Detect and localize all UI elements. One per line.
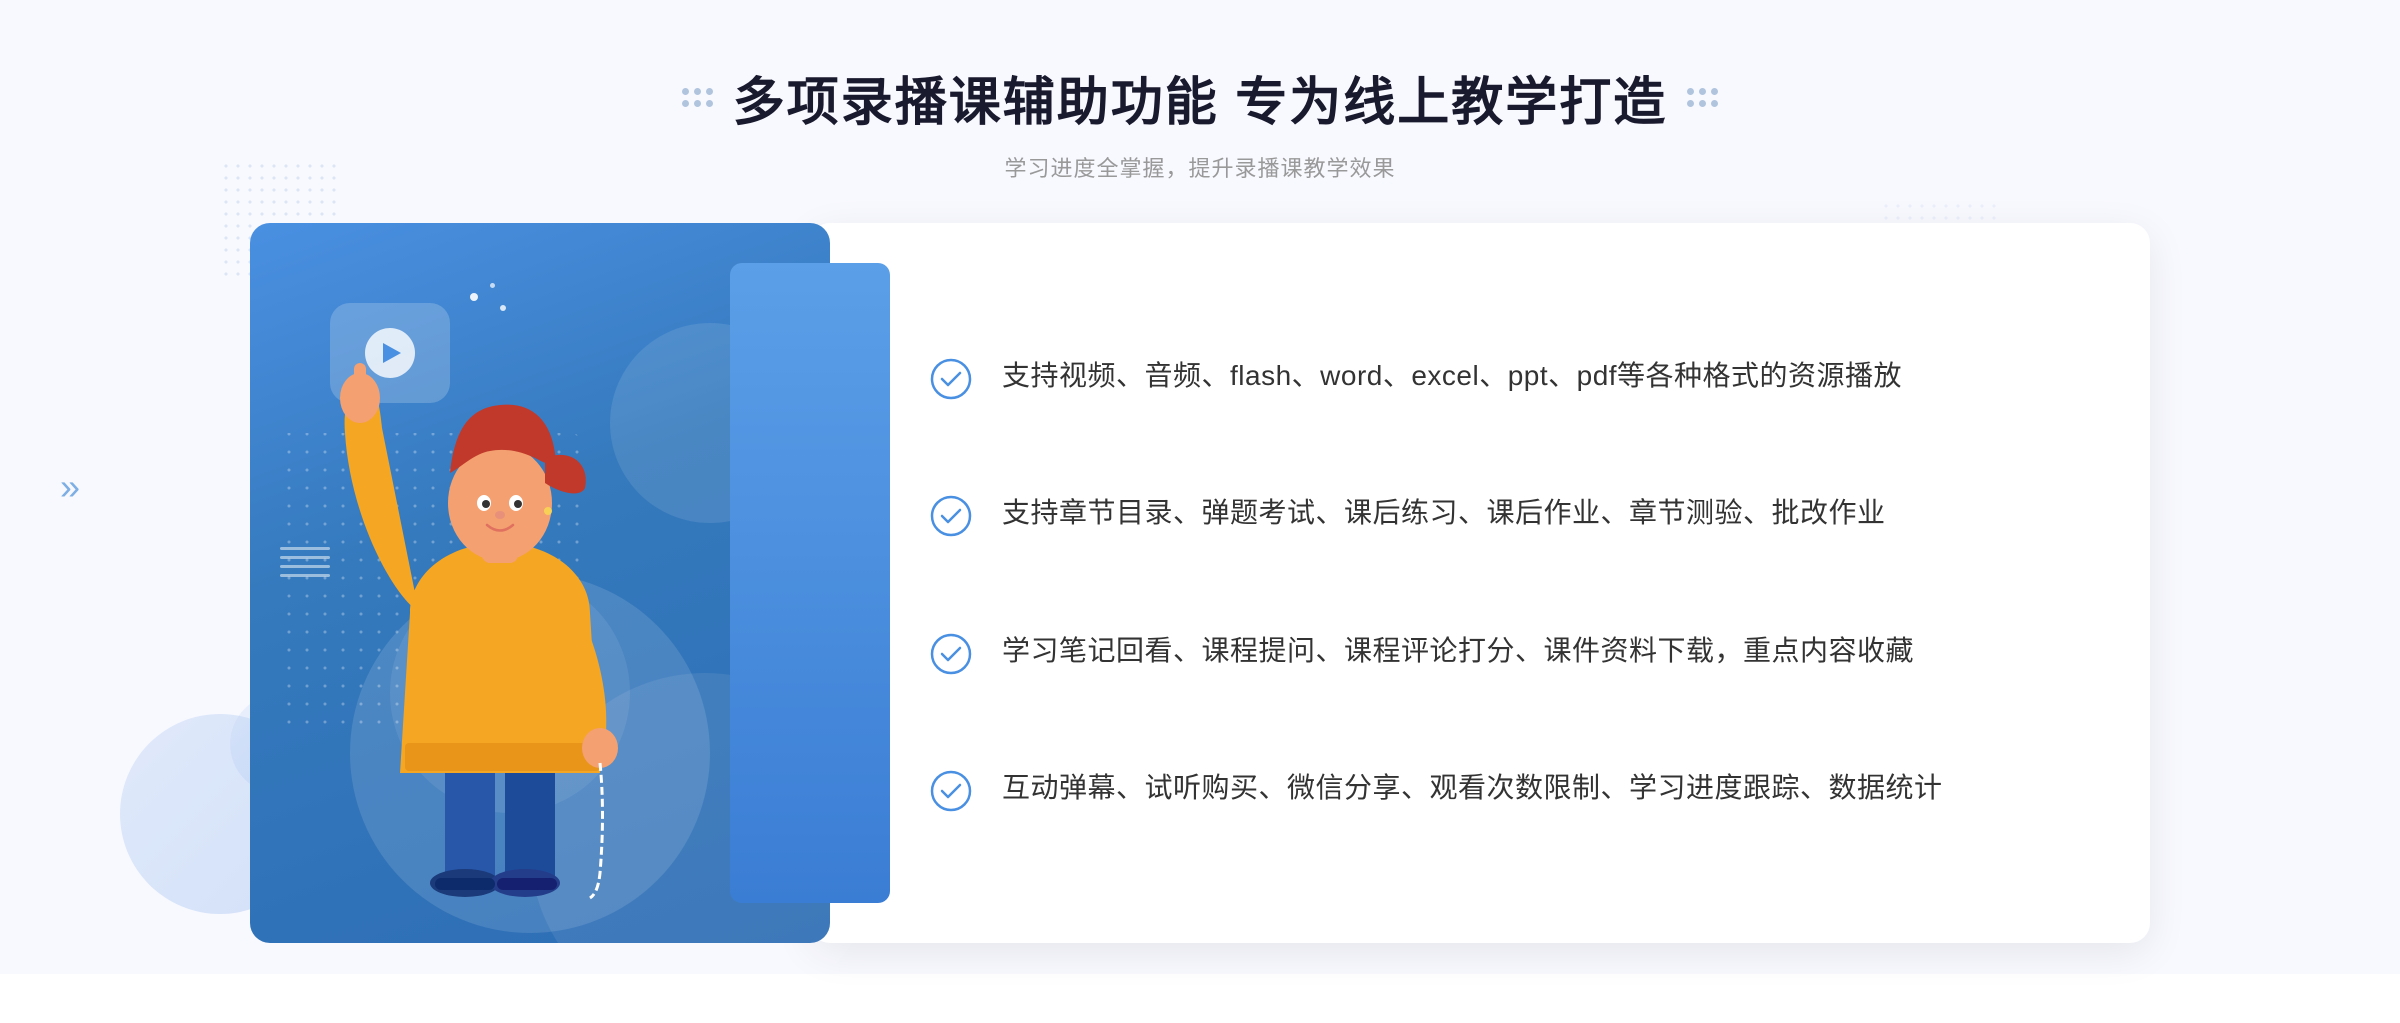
title-deco-left (682, 88, 713, 107)
feature-item-4: 互动弹幕、试听购买、微信分享、观看次数限制、学习进度跟踪、数据统计 (930, 756, 2070, 822)
feature-item-3: 学习笔记回看、课程提问、课程评论打分、课件资料下载，重点内容收藏 (930, 619, 2070, 685)
chevron-left-icon: » (60, 466, 80, 508)
main-title: 多项录播课辅助功能 专为线上教学打造 (733, 60, 1667, 135)
title-row: 多项录播课辅助功能 专为线上教学打造 (682, 60, 1718, 135)
feature-text-3: 学习笔记回看、课程提问、课程评论打分、课件资料下载，重点内容收藏 (1002, 629, 1914, 674)
features-panel: 支持视频、音频、flash、word、excel、ppt、pdf等各种格式的资源… (810, 223, 2150, 943)
feature-item-1: 支持视频、音频、flash、word、excel、ppt、pdf等各种格式的资源… (930, 344, 2070, 410)
feature-text-2: 支持章节目录、弹题考试、课后练习、课后作业、章节测验、批改作业 (1002, 491, 1886, 536)
content-area: 支持视频、音频、flash、word、excel、ppt、pdf等各种格式的资源… (250, 223, 2150, 943)
feature-text-4: 互动弹幕、试听购买、微信分享、观看次数限制、学习进度跟踪、数据统计 (1002, 766, 1943, 811)
check-icon-3 (930, 633, 972, 675)
title-deco-right (1687, 88, 1718, 107)
inner-blue-panel (730, 263, 890, 903)
feature-text-1: 支持视频、音频、flash、word、excel、ppt、pdf等各种格式的资源… (1002, 354, 1902, 399)
check-icon-1 (930, 358, 972, 400)
check-icon-4 (930, 770, 972, 812)
page-container: » 多项录播课辅助功能 专为线上教学打造 (0, 0, 2400, 974)
header-section: 多项录播课辅助功能 专为线上教学打造 学习进度全掌握，提升录播课教学效果 (682, 0, 1718, 183)
feature-item-2: 支持章节目录、弹题考试、课后练习、课后作业、章节测验、批改作业 (930, 481, 2070, 547)
illustration-panel (250, 223, 830, 943)
sub-title: 学习进度全掌握，提升录播课教学效果 (682, 151, 1718, 183)
check-icon-2 (930, 495, 972, 537)
